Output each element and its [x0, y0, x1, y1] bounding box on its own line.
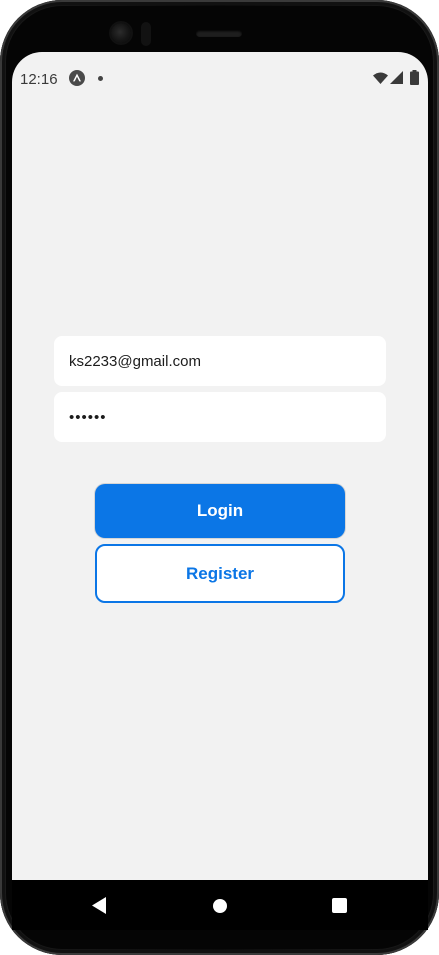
- navigation-bar: [12, 880, 428, 930]
- battery-icon: [410, 70, 419, 85]
- signal-icon: [390, 71, 403, 84]
- back-icon[interactable]: [92, 897, 106, 914]
- earpiece-speaker-icon: [196, 30, 242, 37]
- recents-icon[interactable]: [332, 898, 347, 913]
- front-camera-icon: [111, 23, 131, 43]
- password-field[interactable]: [54, 392, 386, 442]
- home-icon[interactable]: [213, 899, 227, 913]
- status-bar: 12:16: [12, 68, 428, 90]
- login-button[interactable]: Login: [95, 484, 345, 538]
- expo-icon: [69, 70, 85, 86]
- phone-frame: 12:16 Login Register: [0, 0, 439, 955]
- notification-dot-icon: [98, 76, 103, 81]
- status-time: 12:16: [20, 71, 58, 88]
- register-button[interactable]: Register: [95, 544, 345, 603]
- app-screen: 12:16 Login Register: [12, 52, 428, 880]
- proximity-sensor-icon: [141, 22, 151, 46]
- email-field[interactable]: [54, 336, 386, 386]
- wifi-icon: [373, 72, 388, 84]
